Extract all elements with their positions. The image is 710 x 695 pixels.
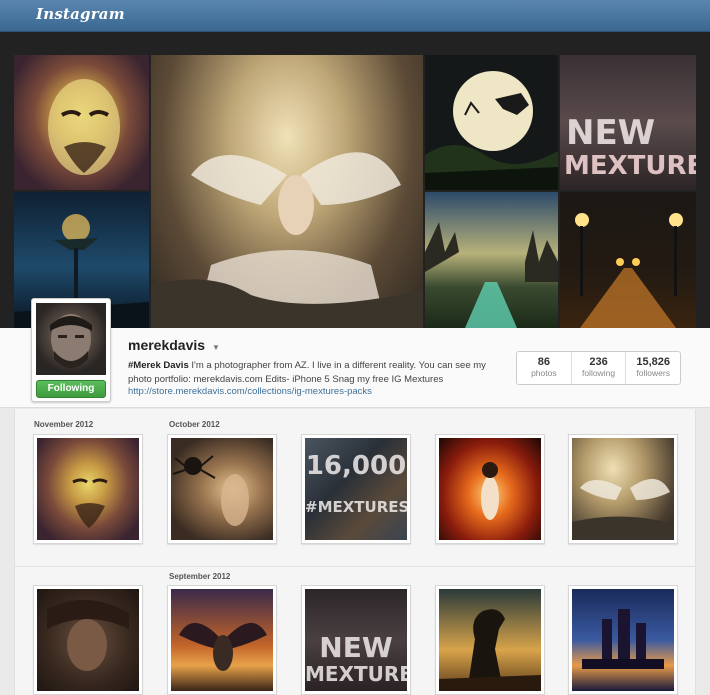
month-label: September 2012 [169, 572, 231, 581]
stat-followers-value: 15,826 [636, 356, 670, 368]
hero-photo-lamps[interactable] [560, 192, 696, 328]
hero-photo-castle[interactable] [425, 192, 558, 328]
top-bar: Instagram [0, 0, 710, 32]
photo-thumbnail[interactable] [435, 585, 545, 695]
new-caption: NEW [319, 631, 393, 664]
new-caption: NEW [566, 113, 656, 153]
photo-thumbnail[interactable]: NEW MEXTURES [301, 585, 411, 695]
stat-photos-label: photos [531, 368, 557, 378]
photo-thumbnail[interactable] [167, 585, 277, 695]
mextures-caption: #MEXTURES [305, 498, 407, 516]
hero-photo-new-mextures[interactable]: NEW MEXTURES [560, 55, 696, 190]
bio-name: #Merek Davis [128, 360, 189, 371]
hero-photo-moon[interactable] [425, 55, 558, 190]
stat-following[interactable]: 236 following [572, 352, 627, 384]
instagram-logo[interactable]: Instagram [36, 5, 125, 23]
chevron-down-icon[interactable]: ▼ [212, 343, 220, 352]
photo-thumbnail[interactable] [568, 434, 678, 544]
month-label: October 2012 [169, 420, 220, 429]
photo-thumbnail[interactable] [33, 434, 143, 544]
stat-following-value: 236 [589, 356, 608, 368]
following-button[interactable]: Following [36, 380, 106, 398]
mextures-caption: MEXTURES [305, 662, 407, 686]
month-label: November 2012 [34, 420, 94, 429]
stat-followers[interactable]: 15,826 followers [626, 352, 680, 384]
hero-photo-angel[interactable] [151, 55, 423, 328]
photo-thumbnail[interactable] [167, 434, 277, 544]
profile-username: merekdavis [128, 337, 206, 353]
photo-thumbnail[interactable] [33, 585, 143, 695]
stat-following-label: following [581, 368, 616, 378]
row-divider [15, 566, 697, 567]
stat-followers-label: followers [636, 368, 670, 378]
16000-caption: 16,000 [305, 451, 407, 481]
photo-thumbnail[interactable] [568, 585, 678, 695]
avatar-card: Following [31, 298, 111, 402]
profile-stats: 86 photos 236 following 15,826 followers [516, 351, 681, 385]
mextures-caption: MEXTURES [564, 151, 696, 181]
photo-thumbnail[interactable] [435, 434, 545, 544]
stat-photos-value: 86 [537, 356, 550, 368]
profile-bio: #Merek Davis I'm a photographer from AZ.… [128, 359, 488, 387]
photo-grid: November 2012 October 2012 16,000 #MEXTU… [14, 409, 697, 695]
profile-link[interactable]: http://store.merekdavis.com/collections/… [128, 386, 372, 397]
stat-photos[interactable]: 86 photos [517, 352, 572, 384]
header-photo-collage: NEW MEXTURES [14, 55, 696, 328]
avatar[interactable] [36, 303, 106, 375]
hero-photo-mask[interactable] [14, 55, 149, 190]
photo-thumbnail[interactable]: 16,000 #MEXTURES [301, 434, 411, 544]
